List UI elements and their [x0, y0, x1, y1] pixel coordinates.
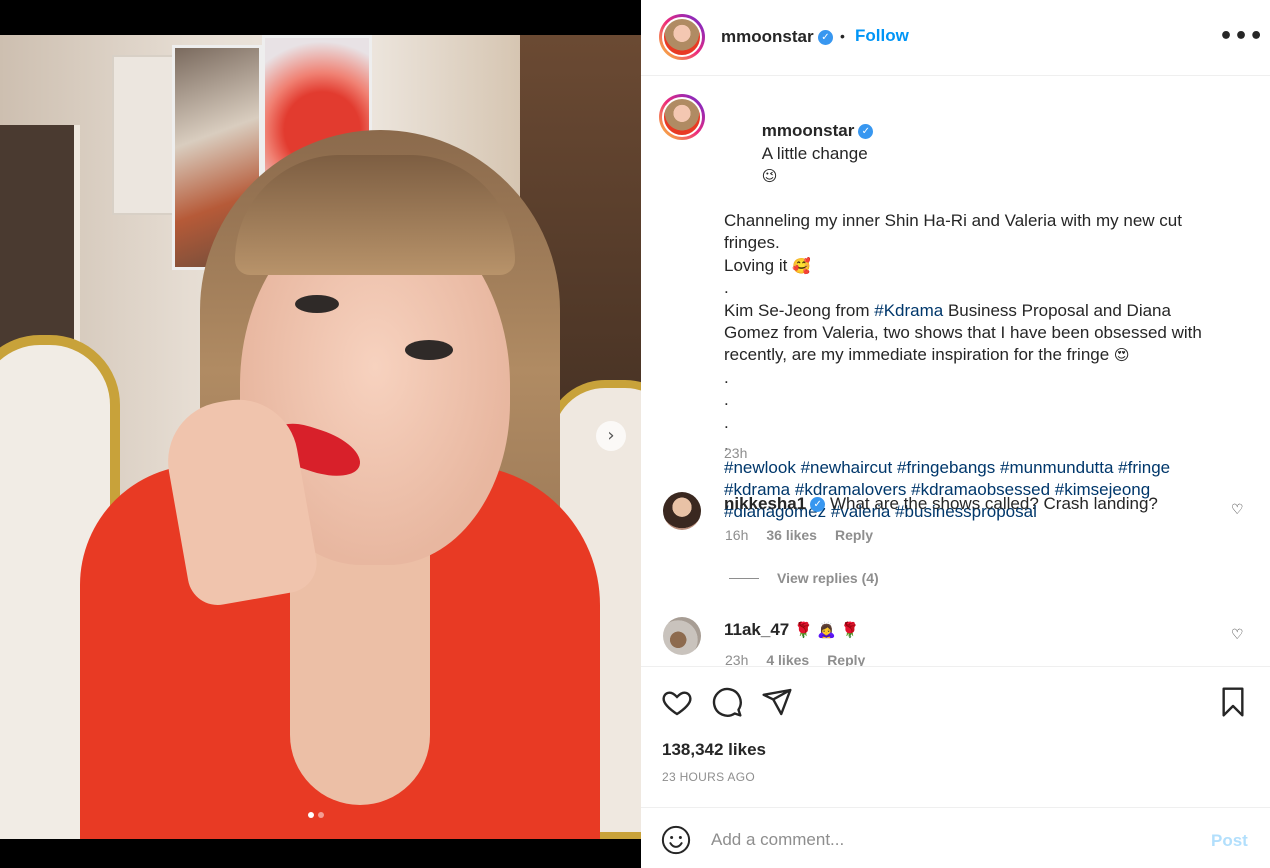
post-timestamp[interactable]: 23 HOURS AGO	[662, 770, 755, 784]
post-photo[interactable]	[0, 35, 641, 839]
hashtag-link[interactable]: #fringebangs	[897, 458, 995, 477]
comment-text: 🌹 🙇‍♀️ 🌹	[793, 621, 860, 639]
commenter-avatar[interactable]	[663, 492, 701, 530]
hashtag-link[interactable]: #fringe	[1118, 458, 1170, 477]
post-caption: mmoonstar ✓ A little change 😉 Channeling …	[724, 98, 1224, 524]
comment-text: What are the shows called? Crash landing…	[829, 494, 1158, 513]
follow-button[interactable]: Follow	[855, 26, 909, 46]
caption-time[interactable]: 23h	[724, 445, 747, 461]
save-bookmark-icon[interactable]	[1217, 686, 1249, 718]
caption-line: .	[724, 390, 729, 410]
caption-line: Channeling my inner Shin Ha-Ri and Valer…	[724, 211, 1187, 253]
photo-eye-right	[405, 340, 453, 360]
like-heart-icon[interactable]	[661, 686, 693, 718]
post-actions: 138,342 likes 23 HOURS AGO	[641, 668, 1270, 808]
reply-button[interactable]: Reply	[835, 527, 873, 543]
carousel-dot-active	[308, 812, 314, 818]
smiling-hearts-emoji-icon: 🥰	[792, 256, 811, 275]
author-username[interactable]: mmoonstar	[721, 27, 814, 47]
author-avatar[interactable]	[659, 14, 705, 60]
photo-wall-panel	[112, 55, 180, 215]
heart-eyes-emoji-icon: 😍	[1113, 346, 1130, 365]
share-paper-plane-icon[interactable]	[761, 686, 793, 718]
add-comment-bar: Post	[641, 809, 1270, 868]
comment-input[interactable]	[711, 827, 1181, 853]
commenter-username[interactable]: nikkesha1	[724, 494, 806, 513]
commenter-username[interactable]: 11ak_47	[724, 620, 789, 639]
verified-badge-icon: ✓	[818, 30, 833, 45]
comment-item: nikkesha1 ✓ What are the shows called? Cr…	[724, 494, 1158, 514]
post-media-panel: ›	[0, 0, 641, 868]
emoji-picker-icon[interactable]	[661, 825, 691, 855]
comment-time[interactable]: 23h	[725, 652, 748, 666]
hashtag-link[interactable]: #munmundutta	[1000, 458, 1113, 477]
commenter-avatar[interactable]	[663, 617, 701, 655]
caption-line: Loving it	[724, 255, 788, 275]
caption-username[interactable]: mmoonstar	[762, 121, 855, 140]
comment-likes[interactable]: 4 likes	[766, 652, 809, 666]
caption-first-line: A little change	[761, 143, 868, 163]
post-header: mmoonstar ✓ • Follow •••	[641, 0, 1270, 76]
comment-time[interactable]: 16h	[725, 527, 748, 543]
comment-meta: 23h 4 likes Reply	[725, 652, 865, 666]
carousel-dot[interactable]	[318, 812, 324, 818]
caption-line: .	[724, 435, 729, 455]
more-options-icon[interactable]: •••	[1219, 24, 1264, 49]
verified-badge-icon: ✓	[858, 124, 874, 140]
comment-like-heart-icon[interactable]: ♡	[1231, 627, 1244, 643]
reply-button[interactable]: Reply	[827, 652, 865, 666]
caption-line: .	[724, 412, 729, 432]
winking-emoji-icon: 😉	[761, 167, 778, 186]
comment-like-heart-icon[interactable]: ♡	[1231, 502, 1244, 518]
comment-likes[interactable]: 36 likes	[766, 527, 817, 543]
view-replies-label[interactable]: View replies (4)	[777, 570, 879, 586]
header-separator: •	[840, 28, 845, 44]
hashtag-link[interactable]: #Kdrama	[874, 301, 943, 320]
caption-line: Kim Se-Jeong from	[724, 300, 875, 320]
verified-badge-icon: ✓	[810, 497, 826, 513]
carousel-dots	[308, 812, 324, 818]
caption-line: .	[724, 367, 729, 387]
likes-count[interactable]: 138,342 likes	[662, 740, 766, 760]
post-sidebar: mmoonstar ✓ • Follow ••• mmoonstar ✓ A li…	[641, 0, 1270, 868]
caption-author-avatar[interactable]	[659, 94, 705, 140]
view-replies-line	[729, 577, 759, 579]
comment-item: 11ak_47 🌹 🙇‍♀️ 🌹	[724, 620, 860, 640]
comment-meta: 16h 36 likes Reply	[725, 527, 873, 543]
caption-line: .	[724, 278, 729, 298]
hashtag-link[interactable]: #newhaircut	[801, 458, 893, 477]
photo-eye-left	[295, 295, 339, 313]
comments-section[interactable]: mmoonstar ✓ A little change 😉 Channeling …	[641, 77, 1270, 667]
post-comment-button[interactable]: Post	[1211, 831, 1248, 851]
comment-bubble-icon[interactable]	[711, 686, 743, 718]
next-photo-button[interactable]: ›	[596, 421, 626, 451]
view-replies-button[interactable]: View replies (4)	[729, 570, 879, 586]
